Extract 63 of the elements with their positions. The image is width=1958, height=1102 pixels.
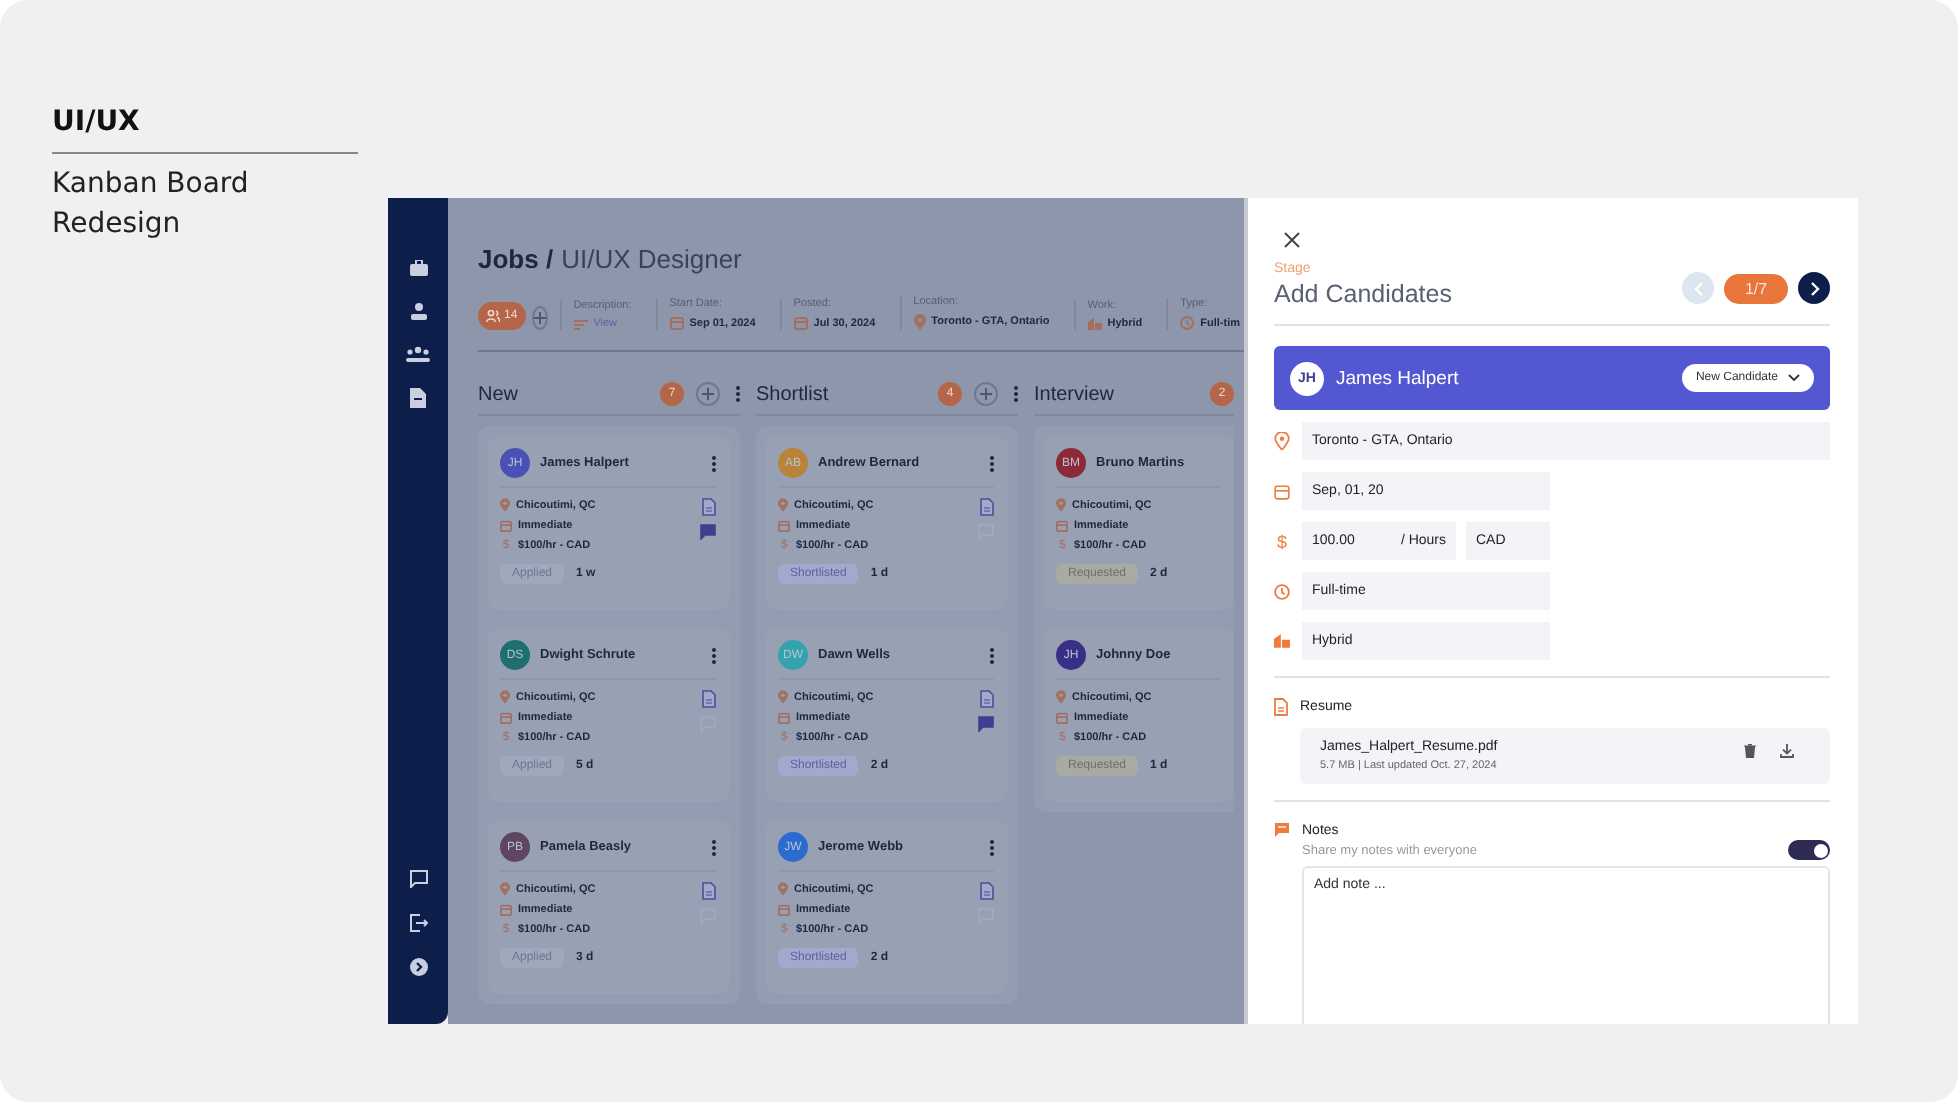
people-icon <box>486 310 500 322</box>
clock-icon <box>1180 316 1195 330</box>
next-button[interactable] <box>1798 272 1830 304</box>
chevron-left-icon <box>1693 281 1703 295</box>
column-title: New <box>478 383 519 405</box>
document-icon[interactable] <box>410 388 426 408</box>
chevron-right-icon <box>1809 281 1819 295</box>
expand-icon[interactable] <box>409 958 427 976</box>
building-icon <box>1087 318 1102 330</box>
chat-icon[interactable] <box>409 870 427 888</box>
calendar-icon <box>1274 483 1290 499</box>
share-toggle[interactable] <box>1788 840 1830 860</box>
logout-icon[interactable] <box>409 914 427 932</box>
page-indicator: 1/7 <box>1724 273 1788 303</box>
lines-icon <box>573 319 588 329</box>
briefcase-icon[interactable] <box>409 260 427 276</box>
location-pin-icon <box>778 882 788 896</box>
location-pin-icon <box>778 690 788 704</box>
location-pin-icon <box>1274 432 1290 450</box>
calendar-icon <box>778 520 790 532</box>
person-icon[interactable] <box>409 302 427 320</box>
add-card-button[interactable] <box>974 382 998 406</box>
plus-icon <box>980 388 992 400</box>
calendar-icon <box>500 712 512 724</box>
note-icon <box>1274 822 1290 838</box>
location-pin-icon <box>1056 498 1066 512</box>
download-icon[interactable] <box>1780 744 1794 758</box>
location-pin-icon <box>500 498 510 512</box>
column-title: Shortlist <box>756 383 829 405</box>
calendar-icon <box>778 904 790 916</box>
dollar-sign: $ <box>1274 531 1289 551</box>
calendar-icon <box>669 316 684 330</box>
plus-icon <box>533 312 546 324</box>
calendar-icon <box>793 316 808 330</box>
category-heading: UI/UX <box>52 106 358 154</box>
add-card-button[interactable] <box>696 382 720 406</box>
location-pin-icon <box>778 498 788 512</box>
candidate-name: James Halpert <box>1336 367 1461 389</box>
location-pin-icon <box>913 314 926 330</box>
breadcrumb-link[interactable]: Jobs / <box>478 244 554 274</box>
caret-icon <box>1788 374 1800 382</box>
location-pin-icon <box>500 882 510 896</box>
team-icon[interactable] <box>406 346 430 362</box>
trash-icon[interactable] <box>1744 744 1756 758</box>
plus-icon <box>702 388 714 400</box>
add-button[interactable] <box>531 306 548 330</box>
calendar-icon <box>500 904 512 916</box>
calendar-icon <box>500 520 512 532</box>
panel-title: Add Candidates <box>1274 280 1452 308</box>
project-title: Kanban Board Redesign <box>52 166 251 244</box>
location-pin-icon <box>1056 690 1066 704</box>
calendar-icon <box>1056 712 1068 724</box>
job-title: UI/UX Designer <box>561 244 742 274</box>
comment-icon[interactable] <box>978 716 994 732</box>
file-icon <box>1274 698 1288 716</box>
location-pin-icon <box>500 690 510 704</box>
calendar-icon <box>778 712 790 724</box>
close-icon[interactable] <box>1284 232 1300 248</box>
column-title: Interview <box>1034 383 1115 405</box>
clock-icon <box>1274 583 1290 599</box>
comment-icon[interactable] <box>700 524 716 540</box>
calendar-icon <box>1056 520 1068 532</box>
building-icon <box>1274 634 1290 648</box>
